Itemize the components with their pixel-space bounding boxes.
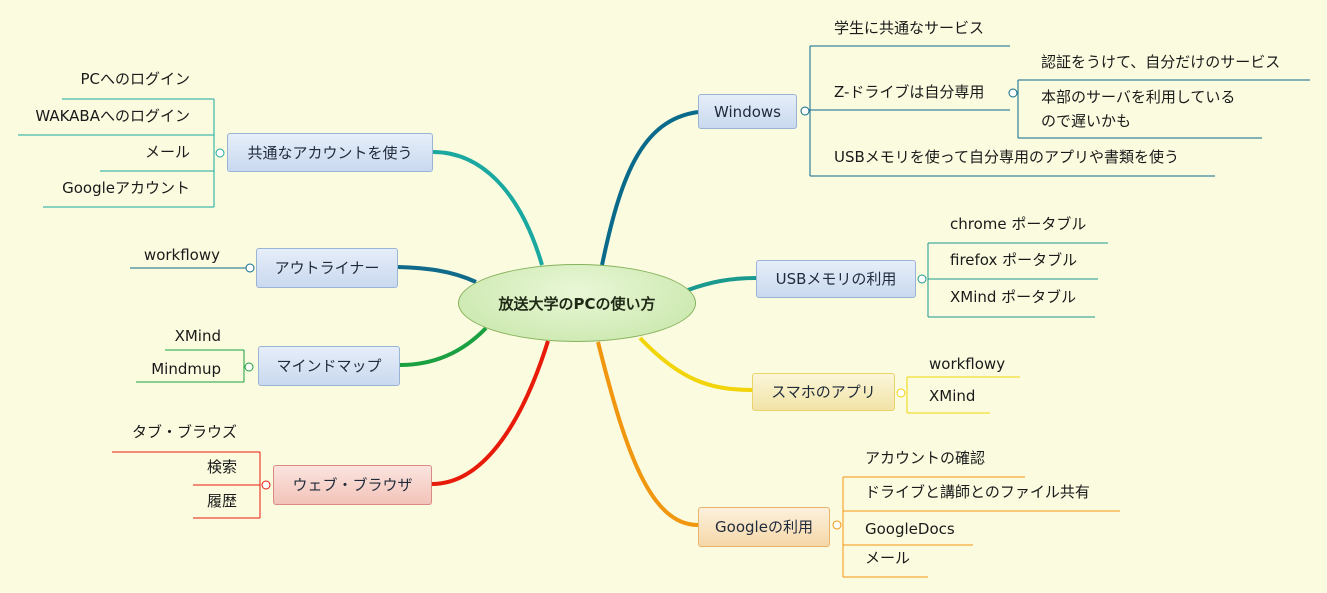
branch-line-outliner [397,265,477,284]
windows-child-common-service[interactable]: 学生に共通なサービス [834,19,984,37]
windows-collapse-toggle[interactable] [800,106,810,116]
google-child-account[interactable]: アカウントの確認 [865,449,985,467]
google-collapse-toggle[interactable] [832,520,842,530]
z-drive-child-slow-line1[interactable]: 本部のサーバを利用している [1041,88,1235,106]
topic-smartphone[interactable]: スマホのアプリ [752,373,895,411]
topic-windows[interactable]: Windows [698,94,797,129]
smartphone-collapse-toggle[interactable] [896,388,906,398]
outliner-child-workflowy[interactable]: workflowy [144,246,220,264]
mindmap-collapse-toggle[interactable] [244,362,254,372]
z-drive-child-auth[interactable]: 認証をうけて、自分だけのサービス [1041,53,1280,71]
outliner-collapse-toggle[interactable] [245,263,255,273]
account-collapse-toggle[interactable] [215,148,225,158]
branch-line-usb [687,276,757,292]
topic-browser[interactable]: ウェブ・ブラウザ [273,465,432,505]
usb-collapse-toggle[interactable] [917,274,927,284]
branch-line-google [596,341,699,527]
browser-child-history[interactable]: 履歴 [207,492,237,510]
central-topic[interactable]: 放送大学のPCの使い方 [458,264,696,342]
topic-mindmap[interactable]: マインドマップ [258,346,400,386]
topic-outliner[interactable]: アウトライナー [256,248,398,288]
windows-child-usb-use[interactable]: USBメモリを使って自分専用のアプリや書類を使う [834,148,1179,166]
mindmap-child-mindmup[interactable]: Mindmup [151,360,221,378]
browser-child-search[interactable]: 検索 [207,458,237,476]
branch-line-mindmap [399,326,488,367]
browser-collapse-toggle[interactable] [261,480,271,490]
account-child-mail[interactable]: メール [145,143,190,161]
account-child-google-account[interactable]: Googleアカウント [62,179,190,197]
branch-line-account [432,150,544,266]
google-child-googledocs[interactable]: GoogleDocs [865,520,955,538]
account-child-wakaba-login[interactable]: WAKABAへのログイン [35,107,190,125]
account-child-pc-login[interactable]: PCへのログイン [80,70,190,88]
smartphone-child-xmind[interactable]: XMind [929,387,975,405]
usb-child-firefox[interactable]: firefox ポータブル [950,251,1077,269]
z-drive-collapse-toggle[interactable] [1008,88,1018,98]
windows-child-z-drive[interactable]: Z-ドライブは自分専用 [834,83,984,101]
usb-child-chrome[interactable]: chrome ポータブル [950,215,1086,233]
google-child-drive-share[interactable]: ドライブと講師とのファイル共有 [865,483,1090,501]
smartphone-child-workflowy[interactable]: workflowy [929,355,1005,373]
branch-line-windows [600,110,699,266]
topic-account[interactable]: 共通なアカウントを使う [227,133,433,172]
branch-line-smartphone [638,336,753,392]
browser-child-tab-browse[interactable]: タブ・ブラウズ [132,423,237,441]
usb-child-xmind[interactable]: XMind ポータブル [950,288,1076,306]
browser-connectors [112,451,261,519]
mindmap-child-xmind[interactable]: XMind [175,327,221,345]
google-child-mail[interactable]: メール [865,549,910,567]
topic-google[interactable]: Googleの利用 [698,507,830,547]
z-drive-child-slow-line2: ので遅いかも [1041,112,1132,130]
branch-line-browser [431,340,550,486]
topic-usb[interactable]: USBメモリの利用 [756,260,916,298]
